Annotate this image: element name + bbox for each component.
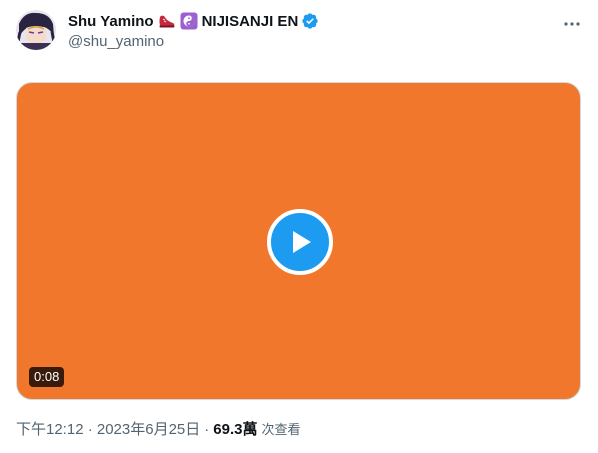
- shoe-emoji-icon: [158, 13, 176, 29]
- author-name-row: Shu Yamino NIJISANJI EN: [68, 11, 319, 31]
- avatar[interactable]: [16, 10, 56, 50]
- play-button[interactable]: [267, 209, 333, 275]
- meta-separator: ·: [204, 421, 210, 438]
- author-handle[interactable]: @shu_yamino: [68, 33, 164, 50]
- tweet-meta: 下午12:12 · 2023年6月25日 · 69.3萬 次查看: [16, 418, 300, 439]
- more-options-button[interactable]: [560, 12, 584, 36]
- tweet-timestamp[interactable]: 下午12:12 · 2023年6月25日: [16, 418, 200, 439]
- video-duration-badge: 0:08: [29, 367, 65, 387]
- views-label: 次查看: [261, 422, 301, 437]
- more-horizontal-icon: [564, 22, 580, 26]
- yin-yang-emoji-icon: [180, 12, 198, 30]
- video-player[interactable]: 0:08: [16, 82, 581, 400]
- tweet: Shu Yamino NIJISANJI EN @shu_yamino 0:08…: [0, 0, 598, 453]
- author-display-name[interactable]: Shu Yamino: [68, 13, 154, 30]
- author-name-suffix: NIJISANJI EN: [201, 12, 299, 30]
- verified-badge-icon[interactable]: [301, 12, 319, 30]
- views-count: 69.3萬: [213, 421, 258, 438]
- play-icon: [293, 231, 311, 253]
